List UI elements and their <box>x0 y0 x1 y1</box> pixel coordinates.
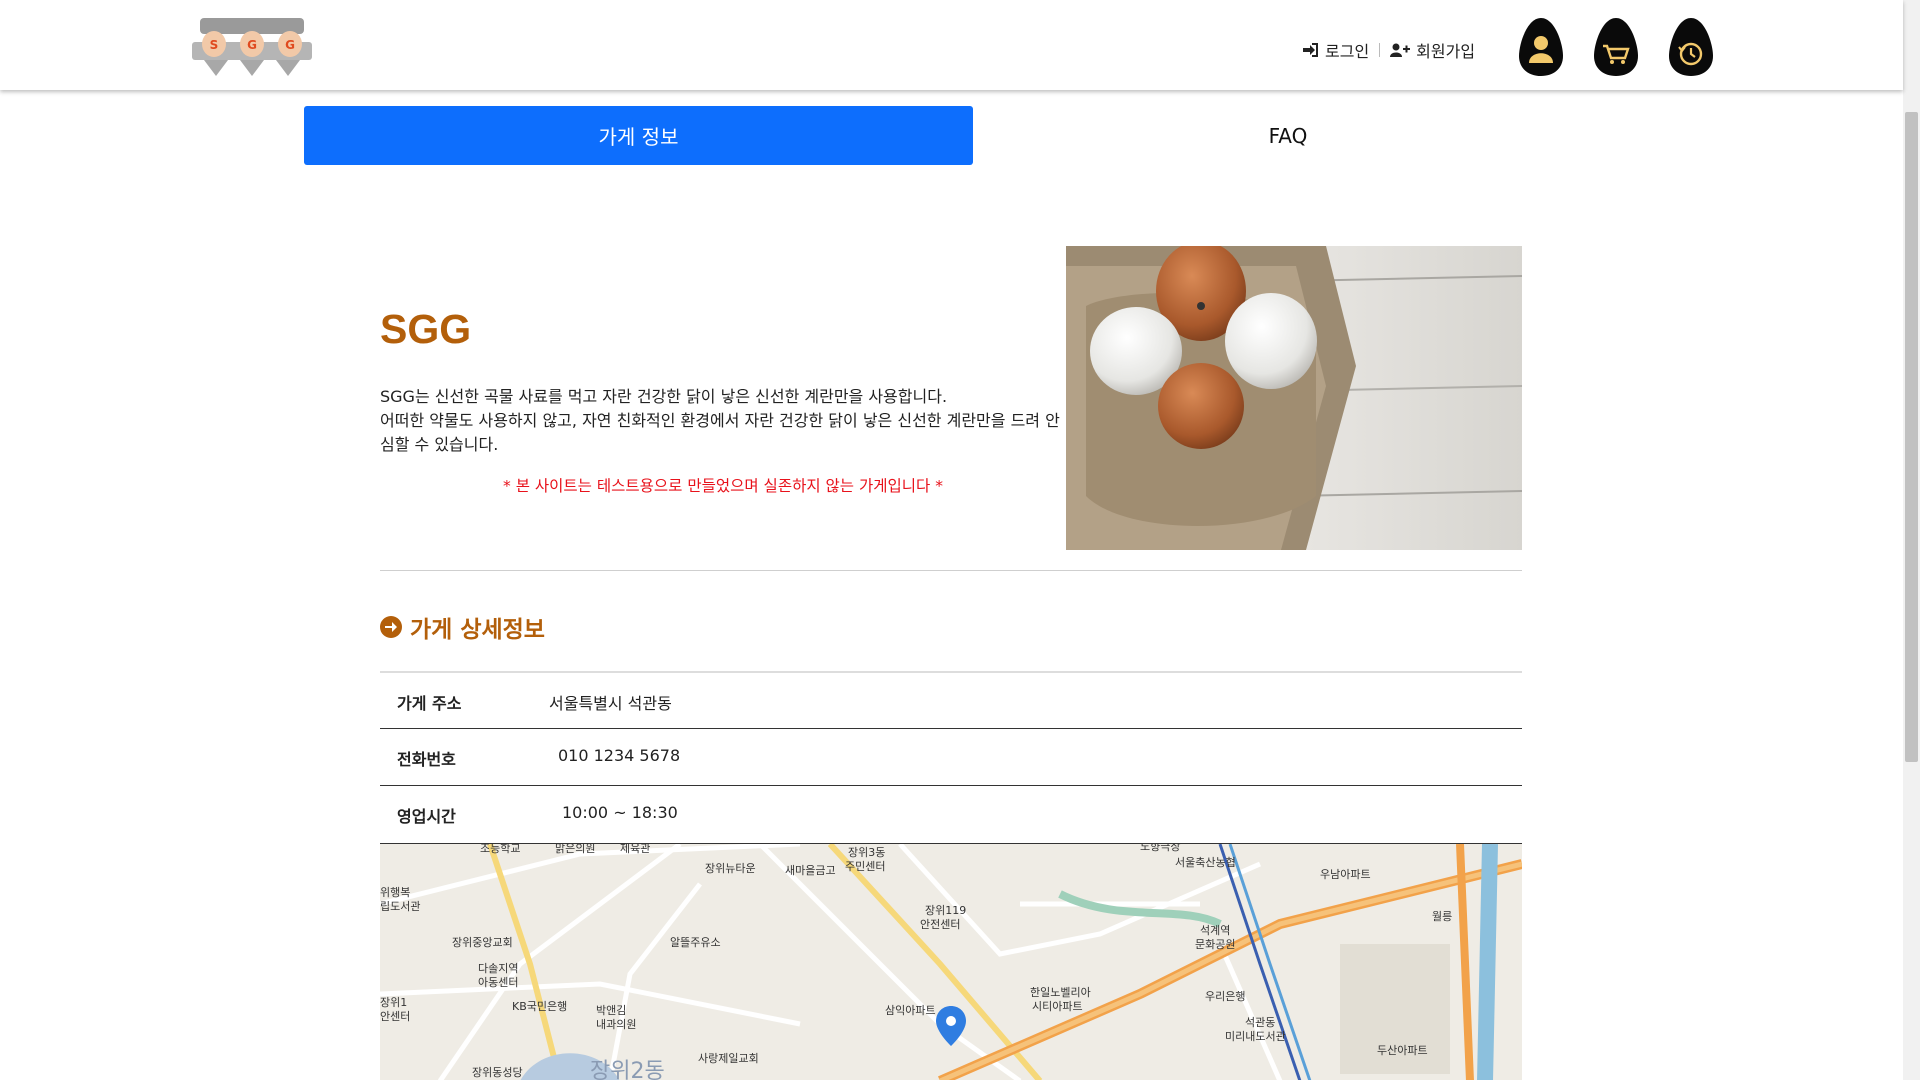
map-label: 알뜰주유소 <box>670 935 721 949</box>
login-link[interactable]: 로그인 <box>1303 38 1369 62</box>
hours-label: 영업시간 <box>397 807 456 826</box>
map-label: 장위2동 <box>590 1059 665 1080</box>
map-label: 서울축산농협 <box>1175 856 1236 869</box>
table-row: 가게 주소 서울특별시 석관동 <box>380 671 1522 728</box>
section-divider <box>380 570 1522 571</box>
map-label: 장위동성당 <box>472 1066 523 1079</box>
cart-egg-button[interactable] <box>1592 16 1640 78</box>
store-description: SGG는 신선한 곡물 사료를 먹고 자란 건강한 닭이 낳은 신선한 계란만을… <box>380 385 1060 457</box>
scrollbar-thumb[interactable] <box>1905 112 1918 762</box>
map-label: 조등학교 <box>480 844 520 855</box>
store-name: SGG <box>380 306 472 352</box>
map-label: 우리은행 <box>1205 990 1245 1003</box>
details-title: 가게 상세정보 <box>410 617 545 643</box>
map-label: 석관동 <box>1245 1016 1275 1029</box>
auth-divider <box>1379 43 1381 57</box>
cart-egg-icon <box>1594 18 1638 76</box>
map-label: 장위119 <box>925 904 966 917</box>
arrow-circle-right-icon <box>380 616 402 638</box>
description-line-1: SGG는 신선한 곡물 사료를 먹고 자란 건강한 닭이 낳은 신선한 계란만을… <box>380 387 948 406</box>
map-label: 사랑제일교회 <box>698 1051 759 1065</box>
map-label: 내과의원 <box>596 1018 636 1031</box>
store-location-map[interactable]: 조등학교 맑은의원 제육관 장위뉴타운 새마을금고 장위3동 주민센터 노향극장… <box>380 843 1522 1080</box>
map-label: 장위중앙교회 <box>452 936 513 949</box>
map-label: 미리내도서관 <box>1225 1030 1286 1043</box>
map-label: 위행복 <box>380 886 410 899</box>
map-label: 장위3동 <box>848 846 885 859</box>
store-details-table: 가게 주소 서울특별시 석관동 전화번호 010 1234 5678 영업시간 … <box>380 671 1522 842</box>
map-label: 새마을금고 <box>785 864 836 877</box>
map-label: 다솔지역 <box>478 962 518 975</box>
map-label: 안센터 <box>380 1010 410 1023</box>
map-label: 석계역 <box>1200 924 1230 937</box>
map-label: 장위1 <box>380 996 407 1009</box>
history-egg-icon <box>1669 18 1713 76</box>
map-label: 안전센터 <box>920 918 960 931</box>
user-plus-icon <box>1390 43 1411 57</box>
details-heading: 가게 상세정보 <box>380 610 545 644</box>
sign-in-icon <box>1303 43 1318 57</box>
map-label: 두산아파트 <box>1377 1044 1428 1057</box>
map-label: 한일노벨리아 <box>1030 985 1091 999</box>
svg-text:G: G <box>247 38 257 52</box>
address-value: 서울특별시 석관동 <box>549 694 672 713</box>
description-line-2: 어떠한 약물도 사용하지 않고, 자연 친화적인 환경에서 자란 건강한 닭이 … <box>380 411 1060 454</box>
signup-link[interactable]: 회원가입 <box>1390 38 1475 62</box>
svg-text:G: G <box>285 38 295 52</box>
egg-carton-logo[interactable]: S G G <box>190 16 314 78</box>
site-header: S G G 로그인 회원가입 <box>0 0 1903 90</box>
map-label: 립도서관 <box>380 900 420 913</box>
map-label: 주민센터 <box>845 860 885 873</box>
map-label: 박앤김 <box>596 1004 626 1017</box>
table-row: 영업시간 10:00 ~ 18:30 <box>380 785 1522 842</box>
history-egg-button[interactable] <box>1667 16 1715 78</box>
phone-value: 010 1234 5678 <box>558 746 681 765</box>
svg-text:S: S <box>210 38 219 52</box>
test-site-notice: * 본 사이트는 테스트용으로 만들었으며 실존하지 않는 가게입니다 * <box>503 477 943 495</box>
map-label: 우남아파트 <box>1320 868 1371 881</box>
user-egg-icon <box>1519 18 1563 76</box>
map-label: 삼익아파트 <box>885 1004 936 1017</box>
mypage-egg-button[interactable] <box>1517 16 1565 78</box>
eggs-in-carton-photo <box>1066 246 1522 550</box>
map-label: 월릉 <box>1432 910 1452 923</box>
map-label: 제육관 <box>620 844 650 855</box>
hours-value: 10:00 ~ 18:30 <box>562 803 678 822</box>
map-label: 맑은의원 <box>555 844 595 855</box>
tab-store-info[interactable]: 가게 정보 <box>304 106 973 165</box>
map-label: 장위뉴타운 <box>705 862 756 875</box>
map-label: 시티아파트 <box>1032 1000 1083 1013</box>
auth-links: 로그인 회원가입 <box>1303 38 1475 62</box>
map-label: KB국민은행 <box>512 1000 567 1013</box>
map-label: 노향극장 <box>1140 844 1180 853</box>
address-label: 가게 주소 <box>397 694 462 713</box>
phone-label: 전화번호 <box>397 750 456 769</box>
signup-label: 회원가입 <box>1416 42 1476 61</box>
table-row: 전화번호 010 1234 5678 <box>380 728 1522 785</box>
map-label: 아동센터 <box>478 976 518 989</box>
tab-faq[interactable]: FAQ <box>973 106 1603 165</box>
login-label: 로그인 <box>1325 42 1370 61</box>
map-label: 문화공원 <box>1195 938 1235 951</box>
